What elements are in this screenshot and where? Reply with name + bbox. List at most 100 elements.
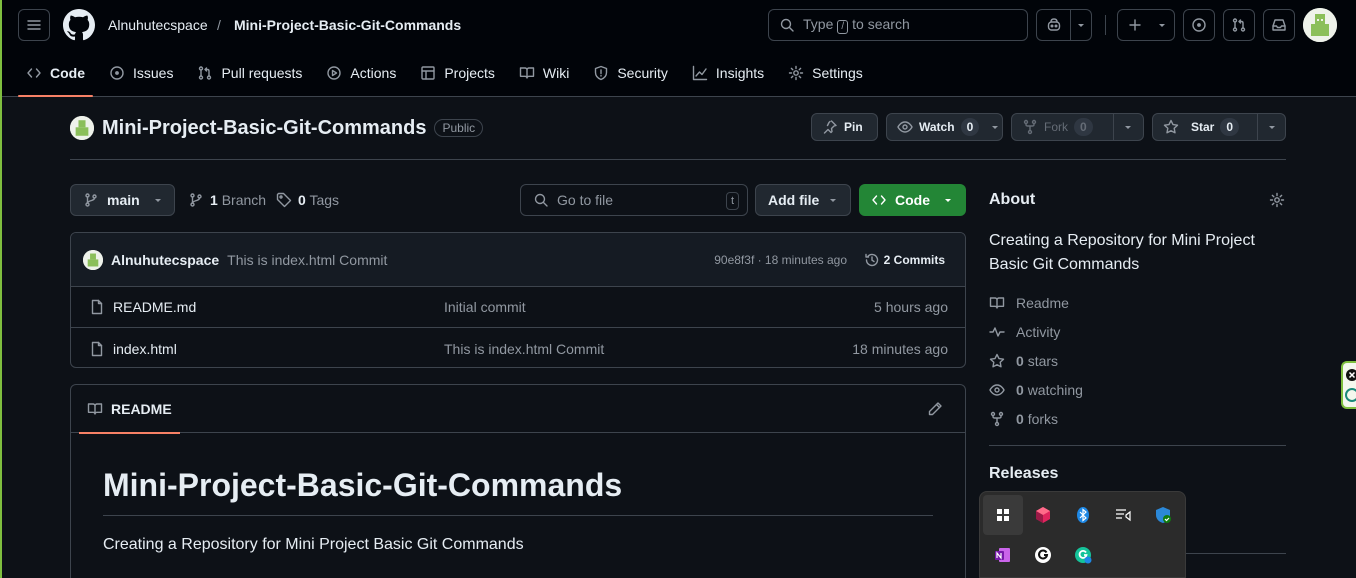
repo-name[interactable]: Mini-Project-Basic-Git-Commands [102, 117, 426, 140]
search-input[interactable]: Type / to search [768, 9, 1028, 41]
watch-label: Watch [919, 120, 955, 134]
add-file-label: Add file [768, 192, 820, 208]
edit-about-button[interactable] [1269, 192, 1285, 208]
forks-count: 0 [1016, 411, 1024, 427]
graph-icon [692, 65, 708, 80]
go-to-file-input[interactable]: Go to file t [520, 184, 748, 216]
file-commit-time: 5 hours ago [874, 299, 948, 315]
releases-title[interactable]: Releases [989, 465, 1058, 483]
tab-pull-requests[interactable]: Pull requests [189, 56, 310, 89]
branch-name: main [107, 192, 140, 208]
tab-insights[interactable]: Insights [684, 56, 772, 89]
readme-panel: README Mini-Project-Basic-Git-Commands C… [70, 384, 966, 578]
author-avatar[interactable] [83, 249, 103, 270]
tab-wiki[interactable]: Wiki [511, 56, 577, 89]
file-commit-message[interactable]: Initial commit [444, 299, 526, 315]
star-button[interactable]: Star 0 [1152, 113, 1286, 141]
activity-link[interactable]: Activity [989, 324, 1060, 340]
visibility-badge: Public [434, 119, 484, 137]
create-new-button[interactable] [1117, 9, 1175, 41]
gear-icon [788, 65, 804, 80]
onenote-icon[interactable] [983, 535, 1023, 575]
watch-button[interactable]: Watch 0 [886, 113, 1003, 141]
table-row[interactable]: README.md Initial commit 5 hours ago [71, 287, 965, 328]
file-name[interactable]: index.html [113, 341, 177, 357]
branches-link[interactable]: 1 Branch [188, 192, 266, 208]
forks-link[interactable]: 0 forks [989, 411, 1058, 427]
defender-icon[interactable] [1143, 495, 1183, 535]
pull-request-icon [1232, 18, 1246, 32]
github-logo-icon[interactable] [63, 9, 95, 41]
book-icon [87, 403, 103, 415]
chevron-down-icon[interactable] [1113, 114, 1141, 140]
tags-link[interactable]: 0 Tags [276, 192, 339, 208]
eye-icon [897, 121, 913, 133]
commit-author[interactable]: Alnuhutecspace [111, 252, 219, 268]
readme-header: README [71, 385, 965, 434]
pull-requests-button[interactable] [1223, 9, 1255, 41]
breadcrumb-repo[interactable]: Mini-Project-Basic-Git-Commands [234, 17, 461, 33]
copilot-icon[interactable] [1037, 10, 1071, 40]
star-label: Star [1191, 120, 1215, 134]
stars-link[interactable]: 0 stars [989, 353, 1058, 369]
pin-button[interactable]: Pin [811, 113, 878, 141]
file-commit-time: 18 minutes ago [852, 340, 948, 357]
tab-code[interactable]: Code [18, 56, 93, 97]
grammarly-icon[interactable] [1023, 535, 1063, 575]
code-button[interactable]: Code [859, 184, 966, 216]
tab-label: Security [617, 64, 668, 81]
chevron-down-icon[interactable] [1071, 10, 1091, 40]
file-name[interactable]: README.md [113, 299, 196, 315]
commits-label: 2 Commits [883, 252, 945, 267]
watching-link[interactable]: 0 watching [989, 382, 1083, 398]
bluetooth-icon[interactable] [1063, 495, 1103, 535]
tab-settings[interactable]: Settings [780, 56, 871, 89]
breadcrumb-owner[interactable]: Alnuhutecspace [108, 17, 208, 33]
pin-label: Pin [844, 120, 863, 134]
go-to-file-placeholder: Go to file [557, 192, 614, 208]
copilot-button[interactable] [1036, 9, 1092, 41]
table-row[interactable]: index.html This is index.html Commit 18 … [71, 328, 965, 367]
edit-readme-button[interactable] [927, 401, 943, 417]
menu-button[interactable] [18, 9, 50, 41]
inbox-button[interactable] [1263, 9, 1295, 41]
add-file-button[interactable]: Add file [755, 184, 851, 216]
plus-icon[interactable] [1118, 10, 1152, 40]
breadcrumb-separator: / [217, 17, 221, 33]
tab-security[interactable]: Security [585, 56, 676, 89]
file-commit-message[interactable]: This is index.html Commit [444, 341, 604, 357]
code-icon [27, 67, 41, 78]
owner-avatar[interactable] [70, 116, 94, 140]
pencil-icon [928, 402, 942, 416]
app-icon-red[interactable] [1023, 495, 1063, 535]
tab-actions[interactable]: Actions [318, 56, 404, 89]
chevron-down-icon[interactable] [985, 123, 1005, 131]
watch-count: 0 [960, 118, 980, 136]
grammarly-edge-icon[interactable] [1063, 535, 1103, 575]
commits-link[interactable]: 2 Commits [864, 252, 945, 268]
issues-button[interactable] [1183, 9, 1215, 41]
chevron-down-icon[interactable] [1257, 114, 1285, 140]
shield-icon [595, 65, 608, 80]
fork-button[interactable]: Fork 0 [1011, 113, 1144, 141]
tab-issues[interactable]: Issues [101, 56, 181, 89]
readme-body: Creating a Repository for Mini Project B… [103, 536, 524, 553]
fork-icon [1023, 119, 1037, 135]
widgets-icon[interactable] [983, 495, 1023, 535]
commit-message[interactable]: This is index.html Commit [227, 252, 387, 268]
chevron-down-icon[interactable] [1152, 10, 1172, 40]
about-description: Creating a Repository for Mini Project B… [989, 232, 1255, 273]
star-icon [1163, 119, 1179, 134]
history-icon [864, 253, 878, 266]
tab-projects[interactable]: Projects [412, 56, 503, 89]
side-widget-tab[interactable] [1341, 361, 1356, 409]
readme-link[interactable]: Readme [989, 295, 1069, 311]
readme-tab[interactable]: README [79, 385, 180, 434]
star-icon [989, 353, 1005, 368]
pull-request-icon [199, 65, 212, 80]
branch-selector[interactable]: main [70, 184, 175, 216]
hamburger-icon [27, 20, 41, 30]
media-icon[interactable] [1103, 495, 1143, 535]
commit-sha-time[interactable]: 90e8f3f · 18 minutes ago [714, 253, 847, 267]
user-avatar[interactable] [1303, 8, 1337, 42]
